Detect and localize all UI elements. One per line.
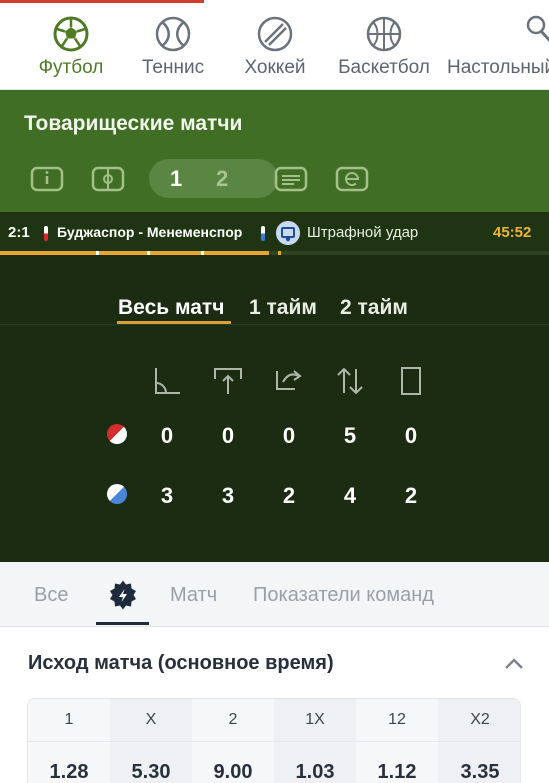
sports-nav: Футбол Теннис Хоккей Баскетбол Настольны… [0,0,549,90]
market-tab-team-stats[interactable]: Показатели команд [253,584,434,607]
sport-tab-basketball[interactable]: Баскетбол [332,14,436,84]
stats-tab-full-match[interactable]: Весь матч [118,296,224,320]
team-a-badge [107,424,127,444]
odds-value: 1.12 [377,761,417,783]
match-event: Штрафной удар [307,224,419,241]
match-time: 45:52 [493,224,532,241]
scoreboard-view-icon[interactable] [274,166,308,192]
throw-in-icon [276,370,302,390]
odds-label: 1X [305,711,325,728]
odds-label: 2 [228,711,238,728]
sport-tab-football[interactable]: Футбол [33,14,109,84]
team-a-substitutions: 5 [343,423,357,448]
odds-value: 3.35 [460,761,500,783]
team-b-badge [107,484,127,504]
lightning-icon[interactable] [108,580,138,610]
match-score: 2:1 [8,224,30,241]
hockey-puck-icon [257,16,293,52]
soccer-ball-icon [53,16,89,52]
market-tab-underline [96,622,149,625]
goal-kick-icon [214,368,242,394]
substitution-icon [337,367,363,395]
period-2-option[interactable]: 2 [216,166,228,192]
sport-label: Баскетбол [338,57,430,78]
sport-label: Настольный [447,57,549,78]
free-kick-icon [276,221,300,245]
events-view-icon[interactable] [335,166,369,192]
team-a-cards: 0 [404,423,418,448]
odds-table: 1 1.28 X 5.30 2 9.00 1X 1.03 12 1.12 X2 … [27,698,521,783]
sport-label: Теннис [141,57,205,78]
stats-tab-first-half[interactable]: 1 тайм [249,296,317,320]
team-b-flag [261,226,265,241]
team-b-goal-kicks: 3 [221,483,235,508]
sport-tab-table-tennis[interactable]: Настольный [447,14,549,84]
team-b-cards: 2 [404,483,418,508]
stats-tabs-divider [0,324,549,325]
card-icon [401,367,421,395]
team-a-flag [44,226,48,241]
market-tab-match[interactable]: Матч [170,584,217,607]
sport-label: Футбол [38,57,104,78]
top-accent-bar [0,0,204,3]
market-tabs: Все Матч Показатели команд [0,562,549,627]
period-switch[interactable]: 1 2 [149,159,278,198]
odds-label: 12 [388,711,406,728]
market-match-outcome: Исход матча (основное время) 1 1.28 X 5.… [0,628,549,783]
odds-divider [28,741,520,742]
sport-tab-tennis[interactable]: Теннис [137,14,209,84]
tennis-ball-icon [155,16,191,52]
basketball-icon [366,16,402,52]
period-1-option[interactable]: 1 [170,166,182,192]
live-ticker[interactable]: 2:1 Буджаспор - Менеменспор Штрафной уда… [0,212,549,255]
corner-icon [155,368,180,394]
team-b-substitutions: 4 [343,483,357,508]
odds-label: 1 [64,711,74,728]
team-b-corners: 3 [160,483,174,508]
market-title: Исход матча (основное время) [28,652,334,674]
odds-value: 1.28 [49,761,89,783]
odds-value: 1.03 [295,761,335,783]
odds-value: 5.30 [131,761,171,783]
team-a-goal-kicks: 0 [221,423,235,448]
sport-label: Хоккей [244,57,306,78]
team-a-corners: 0 [160,423,174,448]
odds-label: X [145,711,157,728]
team-a-throw-ins: 0 [282,423,296,448]
team-b-throw-ins: 2 [282,483,296,508]
tournament-header: Товарищеские матчи 1 2 [0,90,549,212]
odds-label: X2 [470,711,490,728]
table-tennis-icon [526,15,549,43]
market-tab-all[interactable]: Все [34,584,68,607]
match-teams: Буджаспор - Менеменспор [57,224,243,240]
match-stats-panel: Весь матч 1 тайм 2 тайм 0 0 0 5 0 3 3 2 … [0,255,549,562]
field-view-icon[interactable] [91,166,125,192]
chevron-up-icon[interactable] [502,654,526,672]
tournament-title: Товарищеские матчи [24,112,243,135]
odds-value: 9.00 [213,761,253,783]
info-view-icon[interactable] [30,166,64,192]
sport-tab-hockey[interactable]: Хоккей [239,14,311,84]
stats-tab-second-half[interactable]: 2 тайм [340,296,408,320]
